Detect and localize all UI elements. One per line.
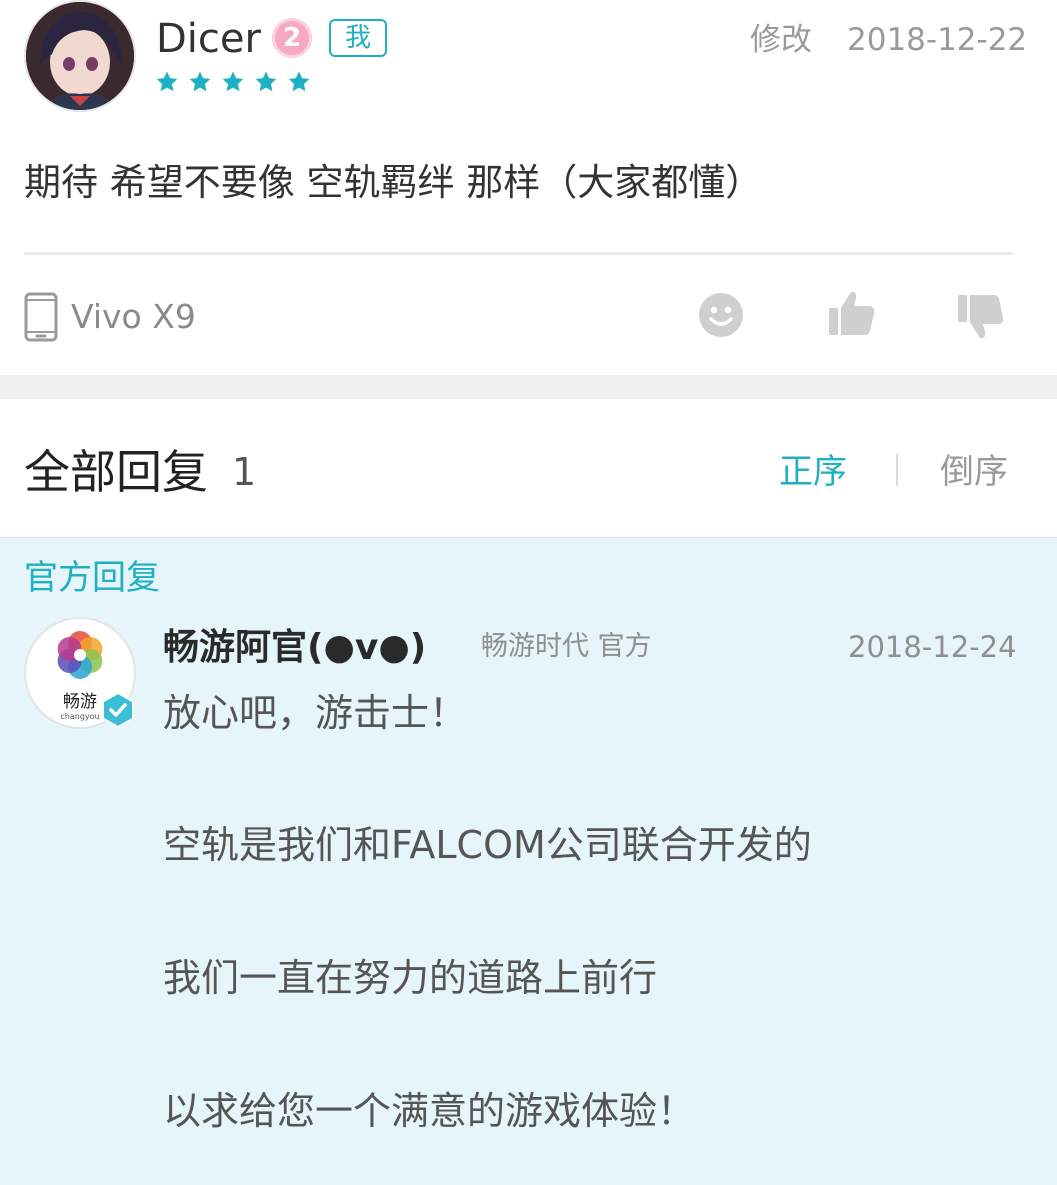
user-avatar[interactable] (24, 0, 136, 112)
phone-icon (24, 292, 58, 342)
edit-link[interactable]: 修改 (750, 20, 812, 60)
logo-subtext: changyou (60, 712, 99, 721)
device-name: Vivo X9 (71, 297, 196, 336)
section-separator (0, 375, 1057, 399)
star-icon (189, 71, 211, 92)
replies-count: 1 (232, 450, 257, 494)
star-icon (156, 71, 178, 92)
star-icon (288, 71, 310, 92)
thumbs-up-icon[interactable] (826, 288, 876, 338)
replies-title: 全部回复 (24, 445, 208, 499)
sort-divider (896, 454, 898, 486)
logo-text: 畅游 (63, 692, 97, 712)
smiley-icon[interactable] (698, 292, 744, 338)
official-name[interactable]: 畅游阿官(●v●) (163, 624, 426, 672)
reply-text-line: 我们一直在努力的道路上前行 (163, 956, 658, 1000)
review-date: 2018-12-22 (847, 22, 1028, 58)
me-tag: 我 (329, 19, 387, 57)
rating-stars (155, 70, 311, 100)
official-company: 畅游时代 官方 (481, 631, 652, 662)
level-badge: 2 (272, 18, 312, 58)
reply-text-line: 放心吧，游击士！ (163, 691, 468, 735)
verified-badge-icon (102, 692, 134, 728)
sort-ascending-tab[interactable]: 正序 (779, 450, 847, 494)
reply-text-line: 空轨是我们和FALCOM公司联合开发的 (163, 823, 812, 867)
star-icon (255, 71, 277, 92)
official-reply-label: 官方回复 (24, 558, 160, 598)
review-text: 期待 希望不要像 空轨羁绊 那样（大家都懂） (24, 161, 763, 204)
official-date: 2018-12-24 (848, 630, 1017, 664)
divider (24, 252, 1013, 255)
thumbs-down-icon[interactable] (955, 292, 1005, 342)
sort-descending-tab[interactable]: 倒序 (940, 450, 1008, 494)
username[interactable]: Dicer (156, 12, 261, 66)
avatar-image (26, 2, 134, 110)
star-icon (222, 71, 244, 92)
reply-text-line: 以求给您一个满意的游戏体验！ (163, 1089, 696, 1133)
